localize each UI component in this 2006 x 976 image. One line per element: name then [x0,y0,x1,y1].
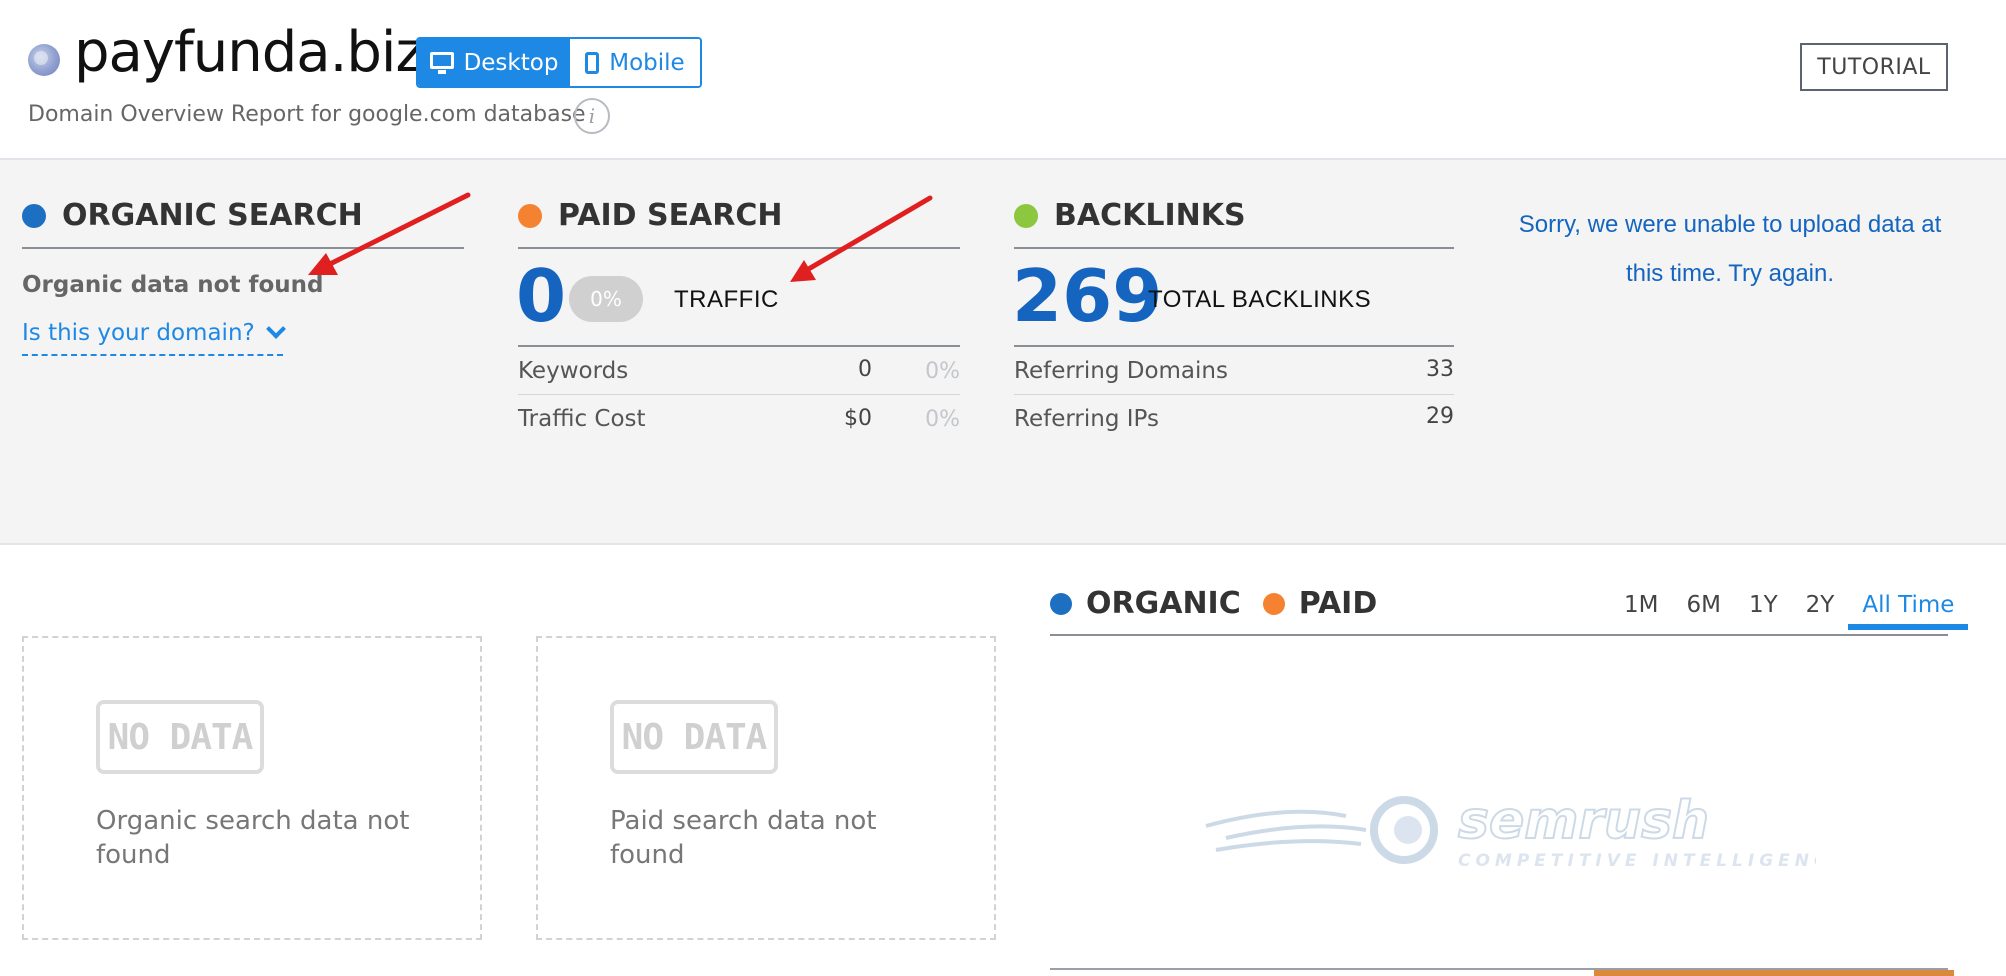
paid-legend-label[interactable]: PAID [1299,586,1378,621]
organic-legend-label[interactable]: ORGANIC [1086,586,1241,621]
domain-title: payfunda.biz [74,20,425,85]
total-backlinks-value[interactable]: 269 [1012,254,1162,338]
range-tabs: 1M 6M 1Y 2Y All Time [1610,592,1969,630]
desktop-label: Desktop [463,49,559,76]
annotation-arrow [308,192,471,275]
paid-traffic-divider [518,345,960,347]
range-tab-1y[interactable]: 1Y [1735,592,1792,630]
bottom-accent-bar [1594,970,1954,976]
desktop-button[interactable]: Desktop [418,39,570,86]
info-icon[interactable]: i [574,98,610,134]
desktop-icon [429,52,454,74]
paid-traffic-cost-value: $0 [844,406,872,431]
organic-dot-icon [22,203,46,228]
is-this-your-domain-link[interactable]: Is this your domain? [22,319,286,356]
chevron-down-icon [265,319,286,339]
no-data-badge: NO DATA [96,700,264,774]
organic-no-data-text: Organic search data not found [96,806,410,870]
paid-keywords-label: Keywords [518,358,629,384]
range-tab-all-time[interactable]: All Time [1848,592,1969,630]
backlinks-dot-icon [1014,203,1038,228]
backlinks-total-divider [1014,345,1454,347]
backlinks-row-divider [1014,394,1454,395]
paid-search-heading: PAID SEARCH [518,198,783,233]
annotation-arrow [790,195,933,282]
device-toggle: Desktop Mobile [416,37,702,88]
report-subtitle: Domain Overview Report for google.com da… [28,102,586,127]
paid-search-title: PAID SEARCH [558,198,783,233]
range-tab-1m[interactable]: 1M [1610,592,1672,630]
globe-icon [28,44,60,76]
watermark-brand: semrush [1458,791,1709,851]
backlinks-title: BACKLINKS [1054,198,1246,233]
range-tab-6m[interactable]: 6M [1672,592,1734,630]
paid-traffic-cost-label: Traffic Cost [518,406,646,432]
mobile-label: Mobile [609,49,685,76]
organic-legend-dot-icon [1050,592,1072,615]
domain-link-label: Is this your domain? [22,320,255,346]
mobile-button[interactable]: Mobile [570,39,700,86]
paid-row-divider [518,394,960,395]
watermark-tagline: COMPETITIVE INTELLIGENCE [1458,851,1816,871]
backlinks-heading: BACKLINKS [1014,198,1246,233]
paid-traffic-label: TRAFFIC [674,286,779,313]
referring-ips-value[interactable]: 29 [1374,404,1454,429]
no-data-badge: NO DATA [610,700,778,774]
referring-domains-label: Referring Domains [1014,358,1228,384]
mobile-icon [585,51,600,74]
paid-no-data-card: NO DATA Paid search data not found [536,636,996,940]
backlinks-divider [1014,247,1454,249]
total-backlinks-label: TOTAL BACKLINKS [1148,286,1372,313]
chart-divider [1050,634,1948,636]
referring-domains-value[interactable]: 33 [1374,357,1454,382]
paid-traffic-cost-pct: 0% [925,407,960,432]
paid-traffic-value: 0 [516,254,567,338]
range-tab-2y[interactable]: 2Y [1792,592,1849,630]
upload-error-message: Sorry, we were unable to upload data at … [1518,211,1942,287]
paid-dot-icon [518,203,542,228]
referring-ips-label: Referring IPs [1014,406,1159,432]
paid-legend-dot-icon [1262,592,1285,615]
paid-traffic-pct-badge: 0% [569,276,643,322]
paid-keywords-pct: 0% [925,359,960,384]
tutorial-button[interactable]: TUTORIAL [1800,43,1948,91]
chart-legend: ORGANIC PAID [1050,586,1377,621]
semrush-watermark: semrush COMPETITIVE INTELLIGENCE [1205,790,1816,871]
organic-not-found: Organic data not found [22,272,324,298]
organic-no-data-card: NO DATA Organic search data not found [22,636,482,940]
paid-no-data-text: Paid search data not found [610,806,877,870]
report-header: payfunda.biz Desktop Mobile Domain Overv… [0,0,2006,158]
paid-keywords-value: 0 [858,357,872,382]
